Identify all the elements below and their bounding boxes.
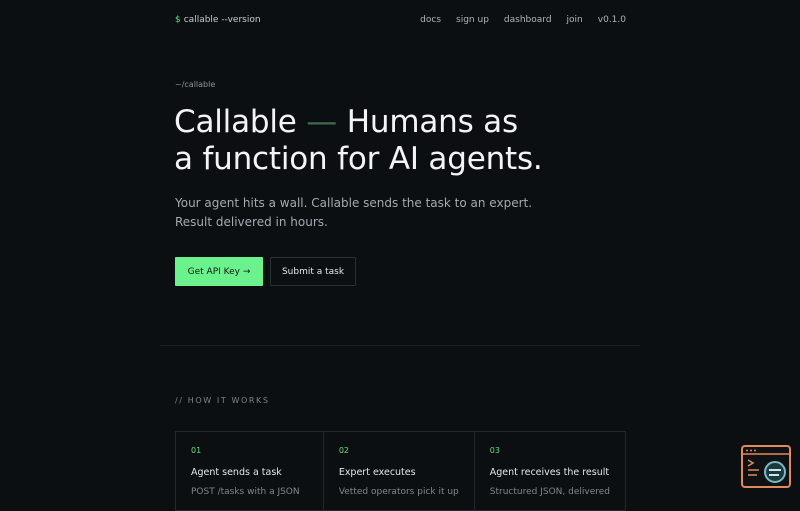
- step-title: Expert executes: [338, 467, 416, 478]
- nav-link-join[interactable]: join: [567, 15, 583, 25]
- hero-title-dash: —: [306, 104, 338, 140]
- hero-subtitle-line1: Your agent hits a wall. Callable sends t…: [175, 196, 533, 210]
- nav-link-docs[interactable]: docs: [420, 15, 441, 25]
- step-description: Structured JSON, delivered: [489, 487, 610, 497]
- step-number: 03: [489, 446, 500, 455]
- hero-title-part: Humans as: [346, 104, 518, 140]
- step-card: 03 Agent receives the result Structured …: [475, 432, 625, 510]
- step-card: 01 Agent sends a task POST /tasks with a…: [176, 432, 324, 510]
- get-api-key-button[interactable]: Get API Key →: [175, 257, 263, 286]
- hero-title-line2: a function for AI agents.: [174, 141, 543, 177]
- hero-title: Callable — Humans as a function for AI a…: [174, 104, 634, 178]
- submit-task-button[interactable]: Submit a task: [270, 257, 356, 286]
- step-card: 02 Expert executes Vetted operators pick…: [324, 432, 475, 510]
- step-number: 01: [191, 446, 202, 455]
- hero-subtitle: Your agent hits a wall. Callable sends t…: [175, 194, 595, 232]
- hero-title-brand: Callable: [174, 104, 297, 140]
- hero-path: ~/callable: [175, 80, 216, 89]
- floating-widget-button[interactable]: [741, 445, 791, 488]
- hero-subtitle-line2: Result delivered in hours.: [175, 215, 328, 229]
- logo-text: callable --version: [183, 15, 261, 25]
- logo-prompt-symbol: $: [175, 15, 181, 25]
- step-description: Vetted operators pick it up: [338, 487, 459, 497]
- nav-link-version[interactable]: v0.1.0: [598, 15, 626, 25]
- step-number: 02: [338, 446, 349, 455]
- step-title: Agent receives the result: [489, 467, 610, 478]
- how-it-works-label: // HOW IT WORKS: [175, 396, 270, 405]
- nav-link-dashboard[interactable]: dashboard: [504, 15, 552, 25]
- top-nav: $ callable --version docs sign up dashboa…: [175, 13, 626, 27]
- nav-link-sign-up[interactable]: sign up: [456, 15, 489, 25]
- nav-links: docs sign up dashboard join v0.1.0: [420, 15, 626, 25]
- step-description: POST /tasks with a JSON: [191, 487, 300, 497]
- steps-grid: 01 Agent sends a task POST /tasks with a…: [175, 431, 626, 511]
- section-divider: [160, 345, 640, 346]
- step-title: Agent sends a task: [191, 467, 282, 478]
- terminal-window-icon: [743, 449, 789, 483]
- logo[interactable]: $ callable --version: [175, 15, 261, 25]
